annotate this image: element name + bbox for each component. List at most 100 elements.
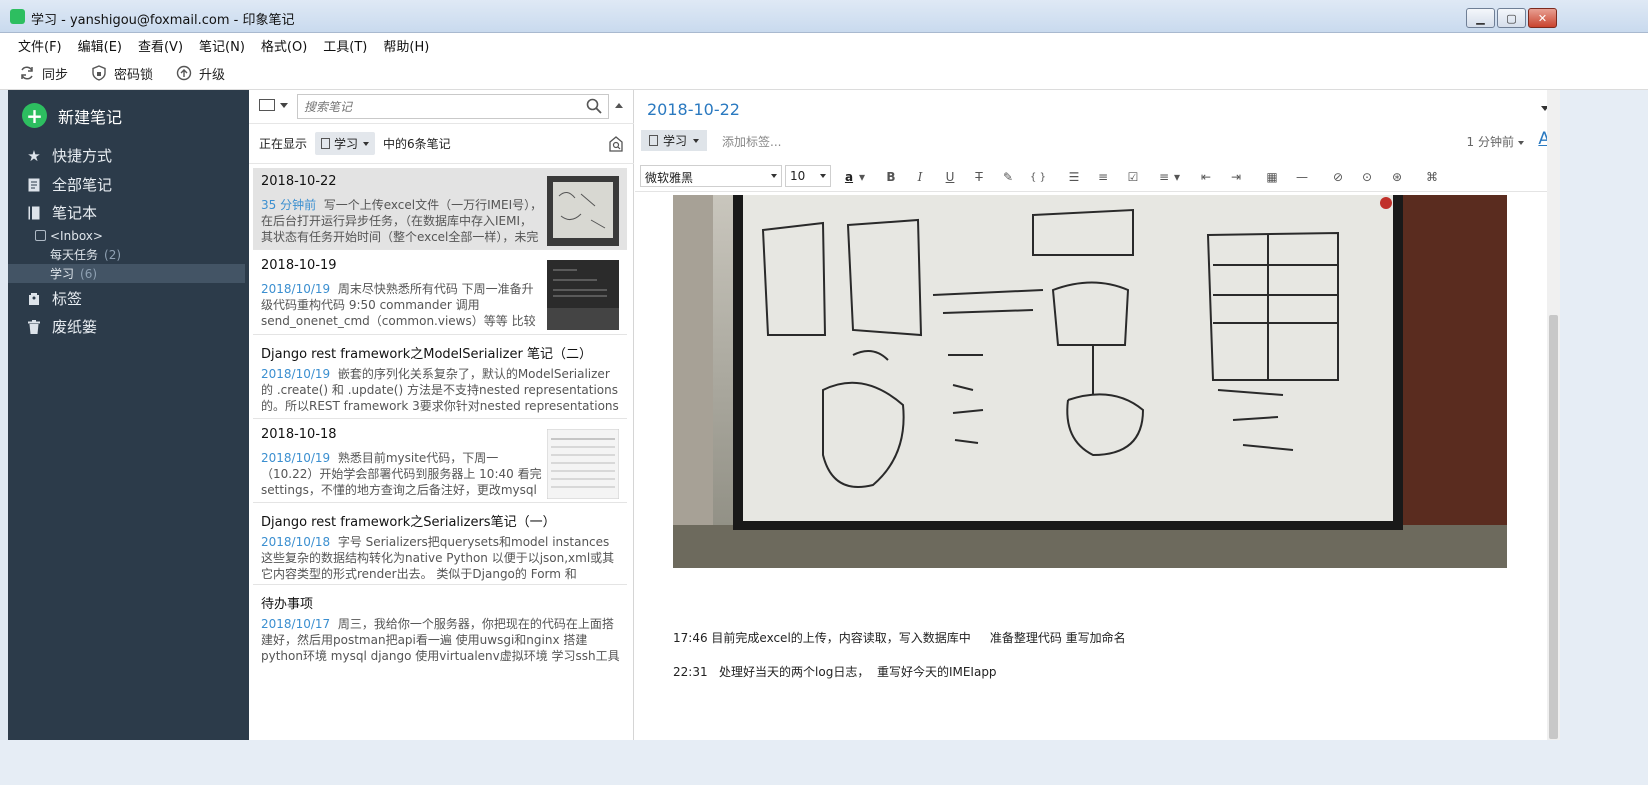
code-block-icon[interactable]: { }	[1029, 168, 1047, 186]
italic-icon[interactable]: I	[911, 168, 929, 186]
menu-help[interactable]: 帮助(H)	[375, 36, 437, 55]
sidebar-item-label: 每天任务	[50, 248, 99, 262]
search-filter-icon[interactable]	[608, 136, 624, 152]
text-color-icon[interactable]: a	[840, 168, 858, 186]
highlight-icon[interactable]: ✎	[999, 168, 1017, 186]
modified-time-label: 1 分钟前	[1466, 135, 1514, 149]
maximize-button[interactable]: ▢	[1497, 8, 1526, 28]
table-icon[interactable]: ▦	[1263, 168, 1281, 186]
note-list-item[interactable]: 2018-10-22 35 分钟前 写一个上传excel文件（一万行IMEI号）…	[253, 168, 627, 250]
menu-bar: 文件(F) 编辑(E) 查看(V) 笔记(N) 格式(O) 工具(T) 帮助(H…	[0, 33, 1648, 57]
upgrade-button[interactable]: 升级	[175, 64, 225, 83]
note-content[interactable]: 17:46 目前完成excel的上传，内容读取，写入数据库中 准备整理代码 重写…	[635, 195, 1545, 740]
chevron-down-icon	[771, 174, 777, 178]
sidebar-item-trash[interactable]: 废纸篓	[26, 316, 97, 337]
search-icon[interactable]	[586, 98, 602, 118]
chevron-down-icon	[820, 174, 826, 178]
sidebar-item-study[interactable]: 学习 (6)	[8, 264, 245, 283]
main-toolbar: 同步 密码锁 升级	[0, 57, 1648, 90]
font-family-select[interactable]: 微软雅黑	[640, 165, 782, 187]
upgrade-icon	[175, 64, 193, 82]
sync-button[interactable]: 同步	[18, 64, 68, 83]
notebook-icon	[649, 135, 658, 146]
checkbox-icon[interactable]: ☑	[1124, 168, 1142, 186]
menu-view[interactable]: 查看(V)	[130, 36, 191, 55]
password-lock-label: 密码锁	[114, 67, 154, 83]
evernote-app-icon	[10, 9, 25, 24]
note-snippet: 2018/10/19 周末尽快熟悉所有代码 下周一准备升级代码重构代码 9:50…	[261, 281, 543, 329]
shortcut-command-icon[interactable]: ⌘	[1423, 168, 1441, 186]
modified-time[interactable]: 1 分钟前	[1467, 133, 1524, 150]
view-toggle-icon[interactable]	[259, 99, 275, 111]
sidebar: + 新建笔记 ★ 快捷方式 全部笔记 笔记本 <Inbox> 每天任务 (2) …	[8, 90, 249, 740]
note-title-field[interactable]: 2018-10-22	[647, 100, 740, 119]
menu-file[interactable]: 文件(F)	[10, 36, 70, 55]
sidebar-item-label: 全部笔记	[52, 176, 113, 194]
note-list-item[interactable]: 2018-10-19 2018/10/19 周末尽快熟悉所有代码 下周一准备升级…	[253, 252, 627, 335]
note-snippet: 2018/10/18 字号 Serializers把querysets和mode…	[261, 534, 621, 582]
sidebar-item-daily-tasks[interactable]: 每天任务 (2)	[8, 245, 245, 264]
notebook-icon	[26, 205, 42, 221]
chevron-down-icon	[693, 138, 700, 143]
indent-icon[interactable]: ⇥	[1227, 168, 1245, 186]
note-thumbnail	[547, 429, 619, 499]
horizontal-rule-icon[interactable]: —	[1293, 168, 1311, 186]
note-date: 2018/10/19	[261, 451, 331, 465]
sidebar-item-shortcuts[interactable]: ★ 快捷方式	[26, 145, 112, 166]
trash-icon	[26, 319, 42, 335]
underline-icon[interactable]: U	[941, 168, 959, 186]
note-editor: 2018-10-22 学习 添加标签... 1 分钟前 A 微软雅黑 10 a …	[635, 90, 1558, 740]
note-list-item[interactable]: 待办事项 2018/10/17 周三，我给你一个服务器，你把现在的代码在上面搭建…	[253, 587, 627, 667]
menu-tools[interactable]: 工具(T)	[315, 36, 375, 55]
password-lock-button[interactable]: 密码锁	[90, 64, 153, 83]
note-title: 2018-10-19	[261, 258, 337, 273]
note-list-item[interactable]: Django rest framework之ModelSerializer 笔记…	[253, 337, 627, 419]
notebook-selector-label: 学习	[334, 137, 359, 151]
close-button[interactable]: ✕	[1528, 8, 1557, 28]
bullet-list-icon[interactable]: ☰	[1065, 168, 1083, 186]
font-size-value: 10	[790, 169, 806, 183]
attachment-icon[interactable]: ⊘	[1329, 168, 1347, 186]
strikethrough-icon[interactable]: T	[970, 168, 988, 186]
menu-format[interactable]: 格式(O)	[253, 36, 315, 55]
align-icon[interactable]: ≡	[1155, 168, 1173, 186]
chevron-down-icon	[1518, 140, 1524, 145]
search-input[interactable]	[298, 95, 568, 118]
editor-scrollbar-thumb[interactable]	[1549, 315, 1558, 739]
menu-edit[interactable]: 编辑(E)	[70, 36, 130, 55]
sidebar-item-inbox[interactable]: <Inbox>	[8, 226, 245, 245]
note-date: 35 分钟前	[261, 198, 317, 212]
font-size-select[interactable]: 10	[785, 165, 831, 187]
note-list-item[interactable]: 2018-10-18 2018/10/19 熟悉目前mysite代码，下周一（1…	[253, 421, 627, 503]
showing-label: 正在显示	[259, 137, 308, 151]
collapse-icon[interactable]	[615, 103, 623, 108]
audio-icon[interactable]: ⊙	[1358, 168, 1376, 186]
whiteboard-photo	[673, 195, 1507, 568]
note-notebook-selector[interactable]: 学习	[641, 130, 708, 151]
sidebar-item-label: 快捷方式	[52, 147, 113, 165]
chevron-down-icon[interactable]	[280, 103, 288, 108]
upgrade-label: 升级	[199, 67, 226, 83]
numbered-list-icon[interactable]: ≡	[1094, 168, 1112, 186]
sidebar-item-notebooks[interactable]: 笔记本	[26, 202, 97, 223]
note-date: 2018/10/17	[261, 617, 331, 631]
window-frame-left	[0, 90, 8, 740]
format-toolbar: 微软雅黑 10 a ▾ B I U T ✎ { } ☰ ≡ ☑ ≡ ▾ ⇤ ⇥ …	[635, 162, 1558, 192]
sidebar-item-tags[interactable]: 标签	[26, 288, 82, 309]
encrypt-icon[interactable]: ⊛	[1388, 168, 1406, 186]
sidebar-item-label: 标签	[52, 290, 83, 308]
note-list-item[interactable]: Django rest framework之Serializers笔记（一） 2…	[253, 505, 627, 585]
sidebar-item-label: 学习	[50, 267, 75, 281]
new-note-button[interactable]: + 新建笔记	[22, 103, 122, 128]
bold-icon[interactable]: B	[882, 168, 900, 186]
notebook-selector[interactable]: 学习	[315, 132, 376, 155]
chevron-down-icon[interactable]: ▾	[1172, 168, 1182, 186]
chevron-down-icon[interactable]: ▾	[857, 168, 867, 186]
notebook-icon	[321, 138, 331, 149]
outdent-icon[interactable]: ⇤	[1197, 168, 1215, 186]
sidebar-item-all-notes[interactable]: 全部笔记	[26, 174, 112, 195]
menu-note[interactable]: 笔记(N)	[191, 36, 253, 55]
minimize-button[interactable]: ▁	[1466, 8, 1495, 28]
add-tag-input[interactable]: 添加标签...	[722, 133, 781, 150]
sync-label: 同步	[42, 67, 69, 83]
